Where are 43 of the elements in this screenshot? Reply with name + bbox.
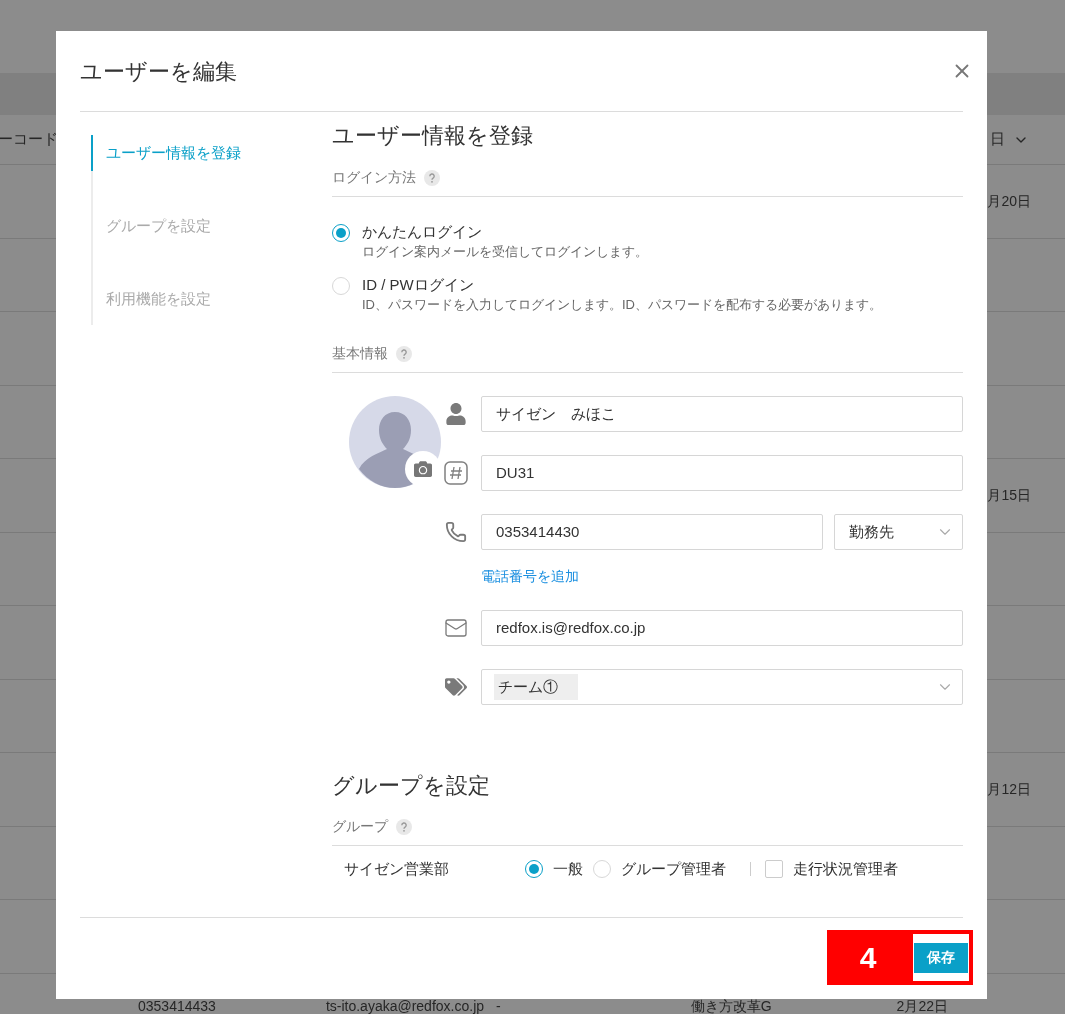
- help-icon[interactable]: [424, 169, 440, 186]
- tag-icon: [445, 676, 467, 698]
- radio-label[interactable]: グループ管理者: [621, 857, 726, 881]
- field-label: グループ: [332, 817, 388, 836]
- add-phone-link[interactable]: 電話番号を追加: [481, 566, 579, 587]
- table-cell-text: 0353414433: [138, 996, 216, 1014]
- table-cell-text: 月20日: [987, 191, 1031, 211]
- field-label: ログイン方法: [332, 168, 416, 187]
- table-cell-text: 月12日: [987, 779, 1031, 799]
- person-icon: [445, 403, 467, 425]
- phone-icon: [445, 521, 467, 543]
- phone-type-select[interactable]: 勤務先: [834, 514, 963, 550]
- tag-chip: チーム①: [494, 674, 578, 700]
- radio-label[interactable]: 一般: [553, 857, 583, 881]
- field-label: 基本情報: [332, 344, 388, 363]
- phone-input[interactable]: 0353414430: [481, 514, 823, 550]
- table-cell-text: 2月22日: [896, 996, 948, 1014]
- table-cell-text: 働き方改革G: [690, 996, 772, 1014]
- table-cell-text: 月15日: [987, 485, 1031, 505]
- column-header: ーコード: [0, 129, 58, 150]
- radio-label[interactable]: かんたんログイン: [362, 221, 942, 243]
- column-header: 日: [990, 129, 1005, 150]
- group-name: サイゼン営業部: [344, 858, 450, 879]
- tag-select[interactable]: チーム①: [481, 669, 963, 705]
- camera-icon: [414, 460, 432, 478]
- option-description: ID、パスワードを入力してログインします。ID、パスワードを配布する必要があります。: [362, 296, 883, 313]
- section-heading: ユーザー情報を登録: [332, 122, 534, 150]
- email-input[interactable]: redfox.is@redfox.co.jp: [481, 610, 963, 646]
- code-input[interactable]: DU31: [481, 455, 963, 491]
- name-input[interactable]: サイゼン みほこ: [481, 396, 963, 432]
- checkbox[interactable]: [765, 860, 783, 878]
- dialog-title: ユーザーを編集: [80, 57, 237, 86]
- mail-icon: [444, 616, 468, 640]
- annotation-label: 4: [827, 930, 909, 985]
- radio-label[interactable]: ID / PWログイン: [362, 274, 942, 296]
- checkbox-label[interactable]: 走行状況管理者: [793, 857, 898, 881]
- help-icon[interactable]: [396, 345, 412, 362]
- hash-icon: [444, 461, 468, 485]
- section-heading: グループを設定: [332, 772, 491, 800]
- option-description: ログイン案内メールを受信してログインします。: [362, 243, 649, 260]
- table-cell-text: -: [496, 996, 501, 1014]
- table-cell-text: ts-ito.ayaka@redfox.co.jp: [325, 996, 485, 1014]
- help-icon[interactable]: [396, 818, 412, 835]
